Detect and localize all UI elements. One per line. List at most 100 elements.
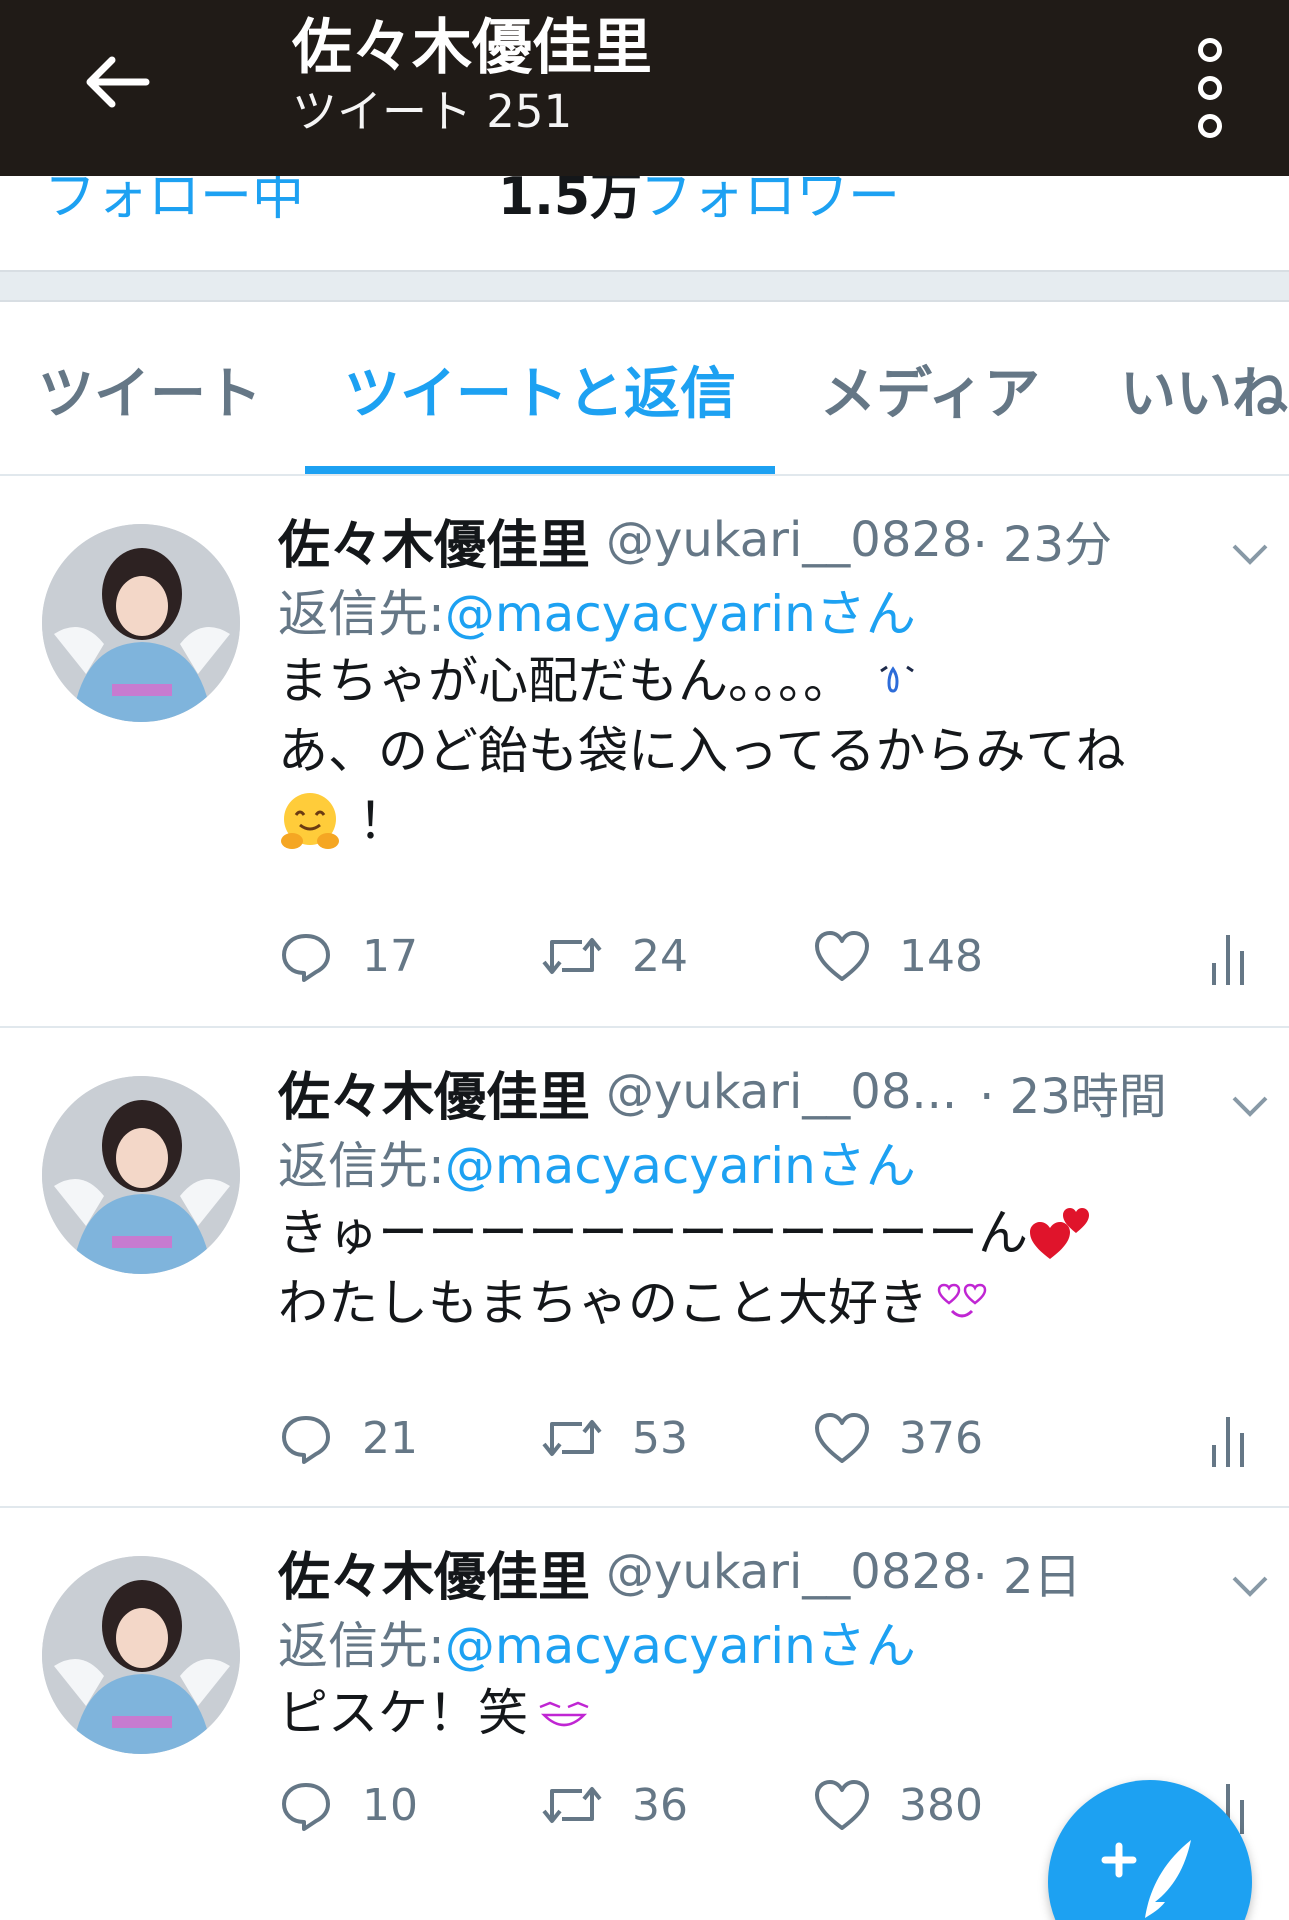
tweet[interactable]: 佐々木優佳里 @yukari__08... · 23時間 返信先: @macya…: [0, 1028, 1289, 1508]
reply-context: 返信先: @macyacyarinさん: [278, 576, 916, 644]
two-hearts-emoji: [1030, 1208, 1089, 1259]
chevron-down-icon: [1232, 1096, 1268, 1117]
section-divider: [0, 270, 1289, 302]
author-name[interactable]: 佐々木優佳里: [278, 1535, 590, 1610]
like-count: 148: [899, 930, 983, 982]
like-count: 380: [899, 1779, 983, 1831]
tweet-line: ピスケ！笑: [278, 1684, 528, 1742]
reply-context: 返信先: @macyacyarinさん: [278, 1608, 916, 1676]
heart-icon: [815, 1413, 869, 1463]
heart-icon: [815, 1780, 869, 1830]
reply-mention[interactable]: @macyacyarinさん: [445, 1606, 916, 1678]
tab-tweets-and-replies[interactable]: ツイートと返信: [305, 302, 775, 474]
analytics-button[interactable]: [1208, 927, 1258, 987]
following-label[interactable]: フォロー中: [44, 176, 304, 229]
like-button[interactable]: 376: [813, 1403, 983, 1473]
tweet-line: きゅーーーーーーーーーーーーん: [278, 1204, 1028, 1262]
author-name[interactable]: 佐々木優佳里: [278, 1055, 590, 1130]
reply-icon: [282, 934, 330, 982]
reply-mention[interactable]: @macyacyarinさん: [445, 574, 916, 646]
followers-count: 1.5万: [498, 176, 643, 227]
tweet-actions: 17 24 148: [278, 921, 1258, 991]
reply-prefix: 返信先:: [278, 585, 445, 643]
reply-icon: [282, 1783, 330, 1831]
author-handle[interactable]: @yukari__08...: [606, 1064, 957, 1120]
tab-media[interactable]: メディア: [805, 302, 1055, 474]
analytics-icon: [1212, 935, 1244, 985]
followers-label[interactable]: フォロワー: [640, 176, 900, 229]
reply-button[interactable]: 21: [278, 1403, 418, 1473]
more-vertical-icon-dot: [1198, 76, 1222, 100]
more-vertical-icon: [1198, 38, 1222, 62]
tweet-text: まちゃが心配だもん。。。。 あ、のど飴も袋に入ってるからみてね ！: [278, 646, 1126, 856]
more-options-button[interactable]: [1180, 30, 1240, 146]
tweet-count: ツイート 251: [292, 85, 573, 138]
tab-tweets[interactable]: ツイート: [30, 302, 270, 474]
tweet-header: 佐々木優佳里 @yukari__0828 · 2日: [278, 1536, 1082, 1608]
tab-likes[interactable]: いいね: [1120, 302, 1289, 474]
reply-mention[interactable]: @macyacyarinさん: [445, 1126, 916, 1198]
retweet-count: 24: [632, 930, 688, 982]
profile-tabs: ツイート ツイートと返信 メディア いいね: [0, 302, 1289, 476]
avatar[interactable]: [42, 524, 240, 722]
reply-count: 17: [362, 930, 418, 982]
avatar-image: [42, 1556, 240, 1754]
retweet-button[interactable]: 53: [540, 1403, 688, 1473]
retweet-count: 53: [632, 1412, 688, 1464]
reply-prefix: 返信先:: [278, 1137, 445, 1195]
avatar-image: [42, 1076, 240, 1274]
laughing-face-emoji: [539, 1701, 589, 1727]
tweet-header: 佐々木優佳里 @yukari__08... · 23時間: [278, 1056, 1167, 1128]
tears-emoji: [880, 665, 914, 693]
profile-title: 佐々木優佳里: [292, 13, 652, 83]
tweet-time[interactable]: · 23分: [972, 505, 1112, 575]
back-button[interactable]: [70, 36, 162, 128]
author-handle[interactable]: @yukari__0828: [606, 1544, 972, 1600]
tweet[interactable]: 佐々木優佳里 @yukari__0828 · 23分 返信先: @macyacy…: [0, 476, 1289, 1028]
reply-count: 10: [362, 1779, 418, 1831]
avatar[interactable]: [42, 1556, 240, 1754]
reply-count: 21: [362, 1412, 418, 1464]
reply-button[interactable]: 17: [278, 921, 418, 991]
back-arrow-icon: [86, 56, 150, 108]
like-button[interactable]: 148: [813, 921, 983, 991]
more-vertical-icon-dot: [1198, 114, 1222, 138]
tweet-menu-button[interactable]: [1228, 1084, 1272, 1128]
reply-context: 返信先: @macyacyarinさん: [278, 1128, 916, 1196]
retweet-button[interactable]: 36: [540, 1770, 688, 1840]
analytics-button[interactable]: [1208, 1409, 1258, 1469]
heart-eyes-emoji: [937, 1283, 987, 1318]
tweet-header: 佐々木優佳里 @yukari__0828 · 23分: [278, 504, 1112, 576]
retweet-icon: [542, 1787, 602, 1823]
avatar-image: [42, 524, 240, 722]
retweet-icon: [542, 1420, 602, 1456]
reply-button[interactable]: 10: [278, 1770, 418, 1840]
hugging-face-emoji: [281, 793, 339, 849]
profile-stats-strip: フォロー中 1.5万 フォロワー: [0, 176, 1289, 270]
tweet-actions: 21 53 376: [278, 1403, 1258, 1473]
tweet-text: きゅーーーーーーーーーーーーん わたしもまちゃのこと大好き: [278, 1198, 1092, 1338]
like-count: 376: [899, 1412, 983, 1464]
retweet-count: 36: [632, 1779, 688, 1831]
analytics-icon: [1212, 1417, 1244, 1467]
author-handle[interactable]: @yukari__0828: [606, 512, 972, 568]
avatar[interactable]: [42, 1076, 240, 1274]
tweet-line: ！: [358, 792, 408, 850]
tweet-line: あ、のど飴も袋に入ってるからみてね: [278, 722, 1126, 780]
chevron-down-icon: [1232, 544, 1268, 565]
like-button[interactable]: 380: [813, 1770, 983, 1840]
tweet-menu-button[interactable]: [1228, 1564, 1272, 1608]
author-name[interactable]: 佐々木優佳里: [278, 503, 590, 578]
reply-icon: [282, 1416, 330, 1464]
tweet-text: ピスケ！笑: [278, 1678, 594, 1748]
tweet-time[interactable]: · 23時間: [979, 1057, 1167, 1127]
reply-prefix: 返信先:: [278, 1617, 445, 1675]
retweet-button[interactable]: 24: [540, 921, 688, 991]
tweet-time[interactable]: · 2日: [972, 1537, 1081, 1607]
retweet-icon: [542, 938, 602, 974]
top-app-bar: 佐々木優佳里 ツイート 251: [0, 0, 1289, 176]
chevron-down-icon: [1232, 1576, 1268, 1597]
tweet-menu-button[interactable]: [1228, 532, 1272, 576]
tweet-line: わたしもまちゃのこと大好き: [278, 1274, 928, 1332]
heart-icon: [815, 931, 869, 981]
